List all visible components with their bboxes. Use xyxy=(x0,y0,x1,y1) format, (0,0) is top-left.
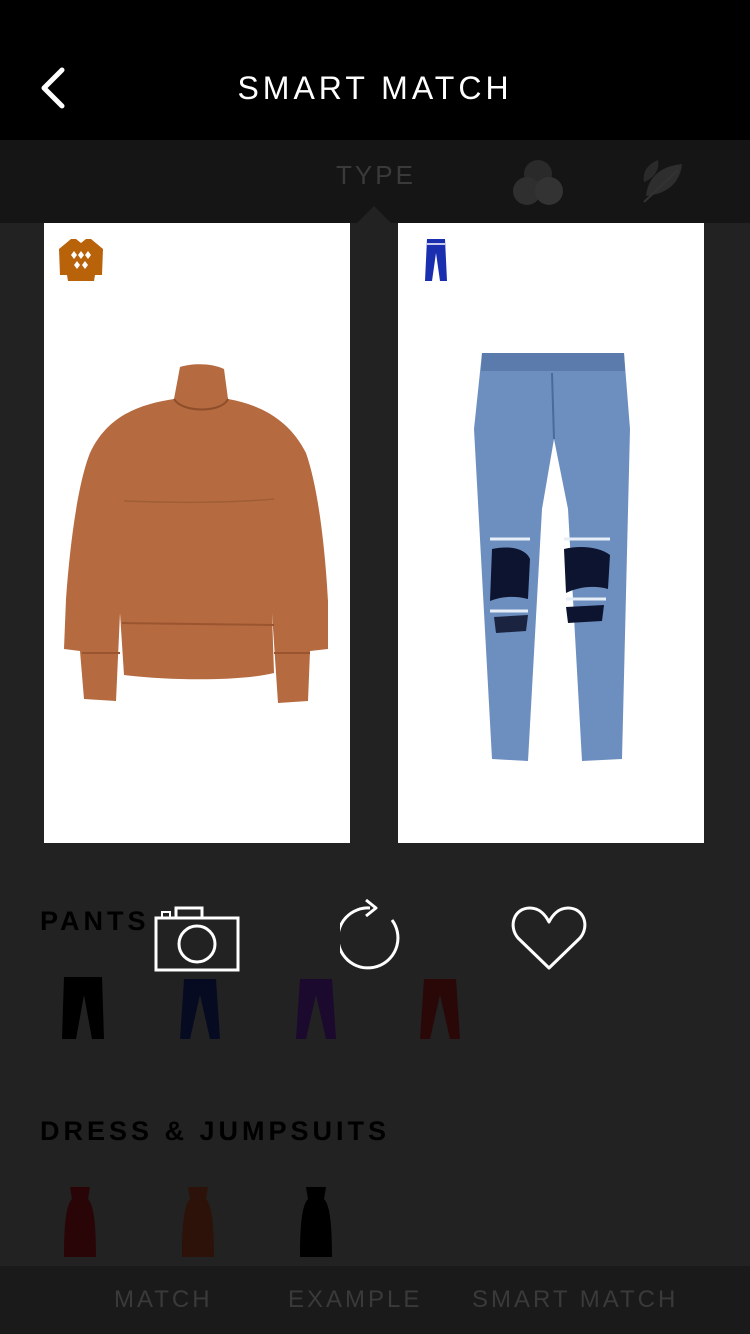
dress-item-black[interactable] xyxy=(296,1185,336,1259)
leaf-filter-icon[interactable] xyxy=(638,152,692,208)
camera-icon[interactable] xyxy=(154,906,240,972)
section-title-pants: PANTS xyxy=(40,906,150,936)
top-match-card[interactable] xyxy=(44,223,350,843)
tab-type[interactable]: TYPE xyxy=(320,160,432,191)
pants-item-burgundy[interactable] xyxy=(416,975,464,1043)
page-title: SMART MATCH xyxy=(237,70,513,106)
refresh-icon[interactable] xyxy=(340,898,410,972)
pants-item-black[interactable] xyxy=(58,973,108,1043)
color-filter-icon[interactable] xyxy=(512,158,564,208)
nav-smart-match[interactable]: SMART MATCH xyxy=(472,1286,678,1314)
bottom-match-card[interactable] xyxy=(398,223,704,843)
jeans-image xyxy=(474,353,630,761)
header-bar: SMART MATCH xyxy=(0,0,750,140)
nav-match[interactable]: MATCH xyxy=(114,1286,213,1314)
bottom-navigation: MATCH EXAMPLE SMART MATCH xyxy=(0,1266,750,1334)
sweater-image xyxy=(64,364,328,703)
dress-item-red[interactable] xyxy=(60,1185,100,1259)
dress-item-brown[interactable] xyxy=(178,1185,218,1259)
favorite-heart-icon[interactable] xyxy=(510,904,588,972)
nav-example[interactable]: EXAMPLE xyxy=(288,1286,422,1314)
tab-pointer xyxy=(357,206,391,223)
sweater-badge-icon xyxy=(59,239,103,281)
section-title-dress: DRESS & JUMPSUITS xyxy=(40,1116,391,1146)
pants-item-purple[interactable] xyxy=(292,975,340,1043)
jeans-badge-icon xyxy=(425,239,447,281)
pants-item-navy[interactable] xyxy=(176,975,224,1043)
